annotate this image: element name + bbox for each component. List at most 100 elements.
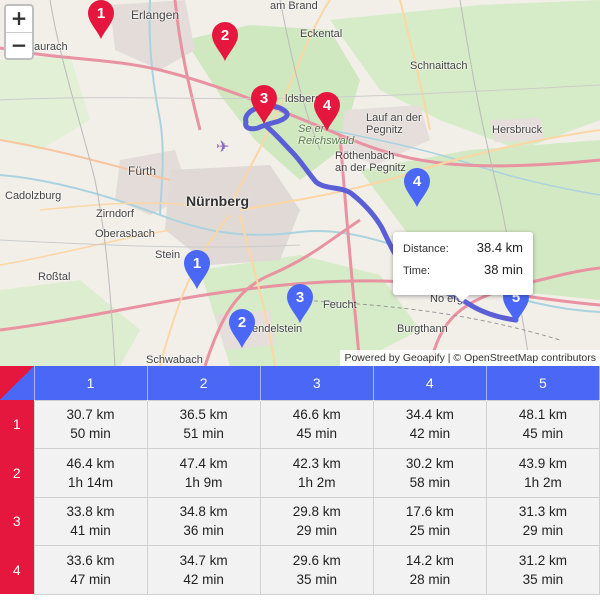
cell-time: 29 min (522, 523, 564, 539)
cell-distance: 48.1 km (518, 407, 567, 423)
zoom-in-button[interactable]: + (6, 6, 32, 32)
cell-distance: 31.3 km (518, 504, 567, 520)
cell-distance: 29.8 km (292, 504, 341, 520)
label-nuernberg: Nürnberg (186, 193, 249, 209)
svg-text:✈: ✈ (216, 137, 229, 156)
matrix-corner (0, 366, 35, 400)
cell-distance: 33.6 km (66, 552, 115, 568)
tooltip-time-value: 38 min (483, 262, 523, 277)
label-am-brand: am Brand (270, 0, 318, 12)
red-marker-2[interactable]: 2 (211, 22, 239, 62)
table-row: 3 33.8 km 41 min 34.8 km 36 min 29.8 km 29 min… (0, 496, 600, 546)
label-stein: Stein (155, 249, 181, 261)
blue-marker-4[interactable]: 4 (403, 168, 431, 208)
matrix-cell: 33.8 km 41 min (33, 496, 148, 546)
cell-time: 36 min (183, 523, 224, 539)
column-header-4: 4 (373, 366, 487, 400)
map-attribution: Powered by Geoapify | © OpenStreetMap co… (340, 350, 600, 366)
table-row: 2 46.4 km 1h 14m 47.4 km 1h 9m 42.3 km 1h 2m 30… (0, 448, 600, 498)
cell-distance: 36.5 km (179, 407, 228, 423)
matrix-cell: 48.1 km 45 min (485, 399, 600, 449)
cell-time: 1h 14m (68, 474, 114, 490)
red-marker-label: 2 (220, 27, 230, 44)
cell-time: 42 min (183, 571, 224, 587)
matrix-cell: 46.6 km 45 min (259, 399, 374, 449)
matrix-cell: 34.8 km 36 min (146, 496, 261, 546)
tooltip-distance-label: Distance: (403, 243, 449, 255)
matrix-cell: 29.6 km 35 min (259, 545, 374, 595)
blue-marker-1[interactable]: 1 (183, 250, 211, 290)
matrix-cell: 47.4 km 1h 9m (146, 448, 261, 498)
cell-distance: 47.4 km (179, 455, 228, 471)
cell-distance: 46.6 km (292, 407, 341, 423)
label-feucht: Feucht (323, 299, 357, 311)
label-schwabach: Schwabach (146, 354, 203, 366)
cell-time: 1h 2m (297, 474, 336, 490)
cell-distance: 42.3 km (292, 455, 341, 471)
cell-time: 45 min (296, 426, 337, 442)
cell-time: 51 min (183, 426, 224, 442)
blue-marker-label: 3 (295, 289, 305, 306)
matrix-cell: 31.2 km 35 min (485, 545, 600, 595)
cell-distance: 30.2 km (405, 455, 454, 471)
geoapify-link[interactable]: Geoapify (403, 352, 445, 364)
tooltip-distance-value: 38.4 km (476, 240, 523, 255)
column-header-2: 2 (147, 366, 261, 400)
zoom-out-button[interactable]: − (6, 32, 32, 58)
red-marker-label: 3 (259, 90, 269, 107)
cell-distance: 30.7 km (66, 407, 115, 423)
red-marker-4[interactable]: 4 (313, 92, 341, 132)
tooltip-time-label: Time: (403, 265, 431, 277)
matrix-header-row: 1 2 3 4 5 (0, 366, 600, 400)
cell-time: 50 min (70, 426, 111, 442)
blue-marker-2[interactable]: 2 (228, 309, 256, 349)
osm-link[interactable]: OpenStreetMap (464, 352, 538, 364)
cell-distance: 14.2 km (405, 552, 454, 568)
blue-marker-3[interactable]: 3 (286, 284, 314, 324)
label-oberasbach: Oberasbach (95, 228, 155, 240)
matrix-cell: 31.3 km 29 min (485, 496, 600, 546)
label-rothenbach: Röthenbach an der Pegnitz (335, 150, 406, 174)
cell-distance: 31.2 km (518, 552, 567, 568)
label-hersbruck: Hersbruck (492, 124, 543, 136)
label-cadolzburg: Cadolzburg (5, 190, 62, 202)
row-header-1: 1 (0, 400, 34, 449)
cell-time: 1h 2m (524, 474, 562, 490)
matrix-cell: 34.4 km 42 min (372, 399, 487, 449)
label-wendelstein: endelstein (252, 323, 303, 335)
label-fuerth: Fürth (128, 164, 157, 178)
red-marker-3[interactable]: 3 (250, 85, 278, 125)
cell-time: 29 min (296, 523, 337, 539)
tooltip-time-row: Time: 38 min (403, 262, 523, 284)
matrix-cell: 33.6 km 47 min (33, 545, 148, 595)
cell-time: 45 min (522, 426, 564, 442)
attribution-powered-by: Powered by (344, 352, 400, 364)
matrix-cell: 46.4 km 1h 14m (33, 448, 148, 498)
zoom-control: + − (4, 4, 34, 60)
row-header-2: 2 (0, 448, 34, 497)
cell-time: 47 min (70, 571, 111, 587)
map[interactable]: ✈ Erlangen zogenaurach am Brand Eckental… (0, 0, 600, 366)
label-erlangen: Erlangen (131, 8, 180, 22)
cell-distance: 34.4 km (405, 407, 454, 423)
matrix-cell: 36.5 km 51 min (146, 399, 261, 449)
column-header-5: 5 (486, 366, 600, 400)
cell-distance: 17.6 km (405, 504, 454, 520)
cell-time: 1h 9m (184, 474, 223, 490)
attribution-contributors: contributors (538, 352, 596, 364)
matrix-cell: 14.2 km 28 min (372, 545, 487, 595)
row-header-3: 3 (0, 497, 34, 546)
column-header-3: 3 (260, 366, 374, 400)
cell-time: 25 min (409, 523, 451, 539)
cell-time: 35 min (522, 571, 564, 587)
matrix-cell: 29.8 km 29 min (259, 496, 374, 546)
cell-distance: 34.8 km (179, 504, 228, 520)
red-marker-label: 1 (96, 5, 106, 22)
table-row: 4 33.6 km 47 min 34.7 km 42 min 29.6 km 35 min… (0, 545, 600, 595)
cell-distance: 43.9 km (518, 455, 567, 471)
label-zirndorf: Zirndorf (96, 208, 134, 220)
red-marker-1[interactable]: 1 (87, 0, 115, 40)
cell-distance: 29.6 km (292, 552, 341, 568)
table-row: 1 30.7 km 50 min 36.5 km 51 min 46.6 km 45 min… (0, 399, 600, 449)
matrix-cell: 17.6 km 25 min (372, 496, 487, 546)
